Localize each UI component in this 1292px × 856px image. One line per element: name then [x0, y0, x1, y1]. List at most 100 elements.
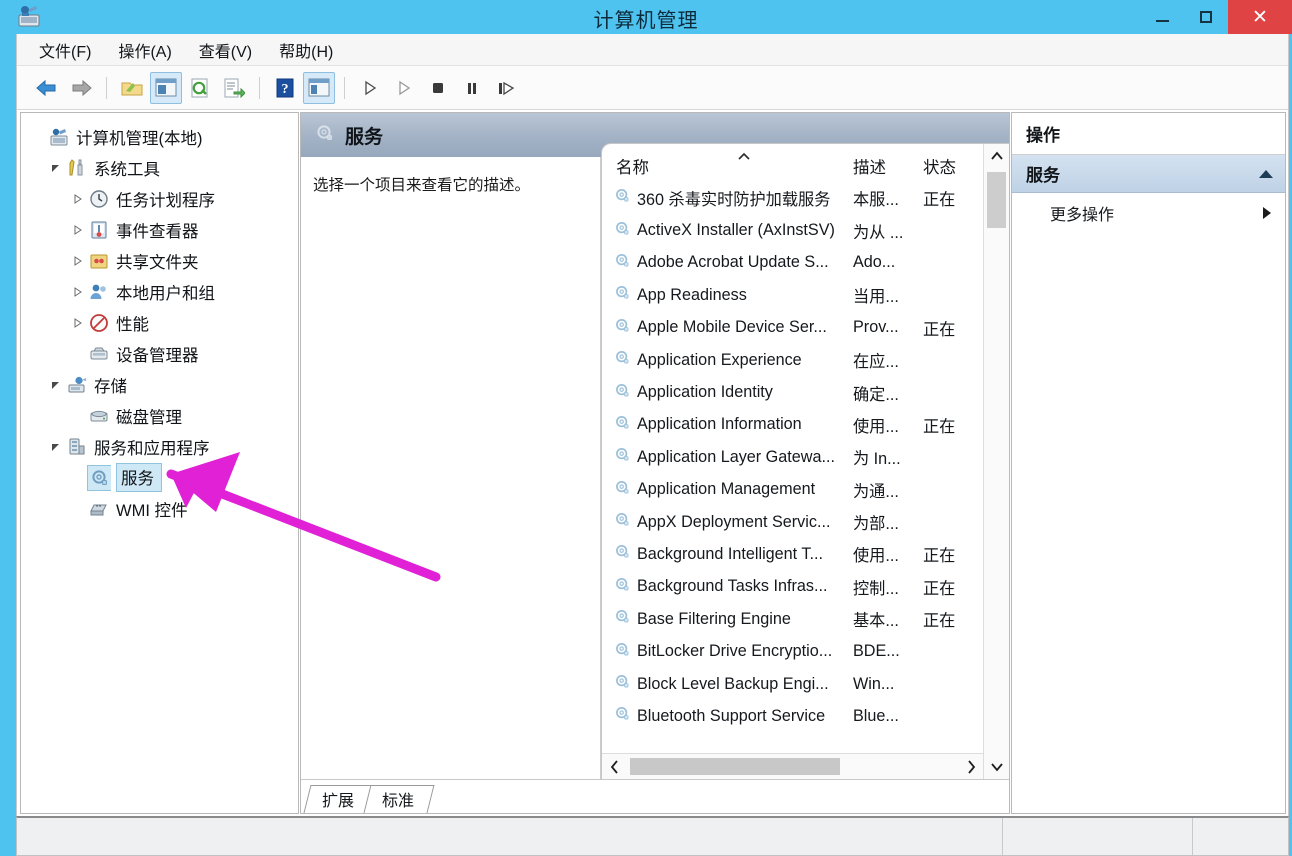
tree-item-services-and-applications[interactable]: 服务和应用程序: [27, 431, 298, 462]
table-row[interactable]: Application Management 为通...: [602, 474, 983, 506]
table-row[interactable]: Background Tasks Infras... 控制... 正在: [602, 571, 983, 603]
twisty-collapsed[interactable]: [69, 194, 87, 204]
performance-icon: [87, 313, 111, 333]
table-row[interactable]: Block Level Backup Engi... Win...: [602, 668, 983, 700]
service-gear-icon: [315, 123, 335, 148]
chevron-up-icon[interactable]: [1259, 170, 1273, 178]
export-list-icon[interactable]: [218, 72, 250, 104]
scroll-down-icon[interactable]: [990, 755, 1004, 779]
horizontal-scrollbar[interactable]: [602, 753, 983, 779]
column-header-name[interactable]: 名称: [602, 154, 853, 178]
menu-help[interactable]: 帮助(H): [269, 34, 343, 66]
actions-group-services[interactable]: 服务: [1012, 155, 1285, 193]
table-row[interactable]: Application Identity 确定...: [602, 376, 983, 408]
tree-item-computer-management[interactable]: ▸ 计算机管理(本地): [27, 121, 298, 152]
menu-view[interactable]: 查看(V): [189, 34, 262, 66]
vertical-scrollbar[interactable]: [983, 144, 1009, 779]
service-gear-icon: [614, 187, 631, 209]
up-folder-icon[interactable]: [116, 72, 148, 104]
table-row[interactable]: App Readiness 当用...: [602, 279, 983, 311]
back-arrow-icon[interactable]: [31, 72, 63, 104]
table-row[interactable]: ActiveX Installer (AxInstSV) 为从 ...: [602, 214, 983, 246]
storage-icon: [65, 375, 89, 395]
tab-standard[interactable]: 标准: [364, 785, 435, 813]
table-row[interactable]: AppX Deployment Servic... 为部...: [602, 506, 983, 538]
service-gear-icon: [614, 479, 631, 501]
tab-label: 扩展: [322, 787, 354, 811]
tree-item-task-scheduler[interactable]: 任务计划程序: [27, 183, 298, 214]
service-gear-icon: [614, 608, 631, 630]
table-row[interactable]: Application Experience 在应...: [602, 344, 983, 376]
show-hide-console-tree-icon[interactable]: [150, 72, 182, 104]
table-row[interactable]: Background Intelligent T... 使用... 正在: [602, 538, 983, 570]
twisty-collapsed[interactable]: [69, 318, 87, 328]
tree-label: 性能: [116, 311, 149, 335]
status-cell-secondary: [1003, 818, 1193, 855]
sort-ascending-icon: [737, 150, 751, 164]
column-header-description[interactable]: 描述: [853, 154, 923, 178]
table-row[interactable]: Base Filtering Engine 基本... 正在: [602, 603, 983, 635]
start-service-dim-icon[interactable]: [388, 72, 420, 104]
restart-service-icon[interactable]: [490, 72, 522, 104]
services-apps-icon: [65, 437, 89, 457]
tree-item-disk-management[interactable]: ▸ 磁盘管理: [27, 400, 298, 431]
tree-item-storage[interactable]: 存储: [27, 369, 298, 400]
cell-name: 360 杀毒实时防护加载服务: [637, 186, 830, 210]
tree-item-services[interactable]: ▸ 服务: [27, 462, 298, 493]
tree-item-local-users-groups[interactable]: 本地用户和组: [27, 276, 298, 307]
scroll-left-icon[interactable]: [602, 760, 626, 774]
cell-description: 使用...: [853, 542, 923, 566]
minimize-button[interactable]: [1140, 0, 1184, 34]
users-icon: [87, 282, 111, 302]
column-header-status[interactable]: 状态: [923, 154, 983, 178]
table-row[interactable]: Application Layer Gatewa... 为 In...: [602, 441, 983, 473]
stop-service-icon[interactable]: [422, 72, 454, 104]
table-row[interactable]: Bluetooth Support Service Blue...: [602, 700, 983, 732]
cell-description: 为部...: [853, 510, 923, 534]
vertical-scroll-thumb[interactable]: [987, 172, 1006, 228]
table-row[interactable]: BitLocker Drive Encryptio... BDE...: [602, 635, 983, 667]
table-row[interactable]: Apple Mobile Device Ser... Prov... 正在: [602, 312, 983, 344]
horizontal-scroll-thumb[interactable]: [630, 758, 840, 775]
twisty-collapsed[interactable]: [69, 256, 87, 266]
tree-item-wmi-control[interactable]: ▸ WMI 控件: [27, 493, 298, 524]
pause-service-icon[interactable]: [456, 72, 488, 104]
menu-file[interactable]: 文件(F): [29, 34, 101, 66]
twisty-expanded[interactable]: [47, 442, 65, 452]
start-service-icon[interactable]: [354, 72, 386, 104]
twisty-collapsed[interactable]: [69, 225, 87, 235]
vertical-scroll-track[interactable]: [984, 168, 1009, 755]
twisty-expanded[interactable]: [47, 163, 65, 173]
twisty-expanded[interactable]: [47, 380, 65, 390]
show-action-pane-icon[interactable]: [303, 72, 335, 104]
action-more-actions[interactable]: 更多操作: [1012, 193, 1285, 233]
table-row[interactable]: 360 杀毒实时防护加载服务 本服... 正在: [602, 182, 983, 214]
table-row[interactable]: Application Information 使用... 正在: [602, 409, 983, 441]
status-bar: [16, 816, 1289, 856]
tree-label: 本地用户和组: [116, 280, 215, 304]
service-gear-icon: [614, 446, 631, 468]
tree-item-shared-folders[interactable]: 共享文件夹: [27, 245, 298, 276]
forward-arrow-icon[interactable]: [65, 72, 97, 104]
horizontal-scroll-track[interactable]: [626, 754, 959, 779]
cell-name: Apple Mobile Device Ser...: [637, 318, 827, 337]
help-icon[interactable]: ?: [269, 72, 301, 104]
twisty-none: ▸: [69, 503, 87, 514]
actions-group-label: 服务: [1026, 161, 1060, 186]
refresh-icon[interactable]: [184, 72, 216, 104]
tree-item-system-tools[interactable]: 系统工具: [27, 152, 298, 183]
tree-label: 任务计划程序: [116, 187, 215, 211]
cell-name: BitLocker Drive Encryptio...: [637, 642, 832, 661]
table-row[interactable]: Adobe Acrobat Update S... Ado...: [602, 247, 983, 279]
scroll-up-icon[interactable]: [990, 144, 1004, 168]
twisty-collapsed[interactable]: [69, 287, 87, 297]
menu-action[interactable]: 操作(A): [108, 34, 181, 66]
scroll-right-icon[interactable]: [959, 760, 983, 774]
tree-item-performance[interactable]: 性能: [27, 307, 298, 338]
tree-item-device-manager[interactable]: ▸ 设备管理器: [27, 338, 298, 369]
shared-folder-icon: [87, 251, 111, 271]
service-gear-icon: [614, 284, 631, 306]
maximize-button[interactable]: [1184, 0, 1228, 34]
close-button[interactable]: ✕: [1228, 0, 1292, 34]
tree-item-event-viewer[interactable]: 事件查看器: [27, 214, 298, 245]
